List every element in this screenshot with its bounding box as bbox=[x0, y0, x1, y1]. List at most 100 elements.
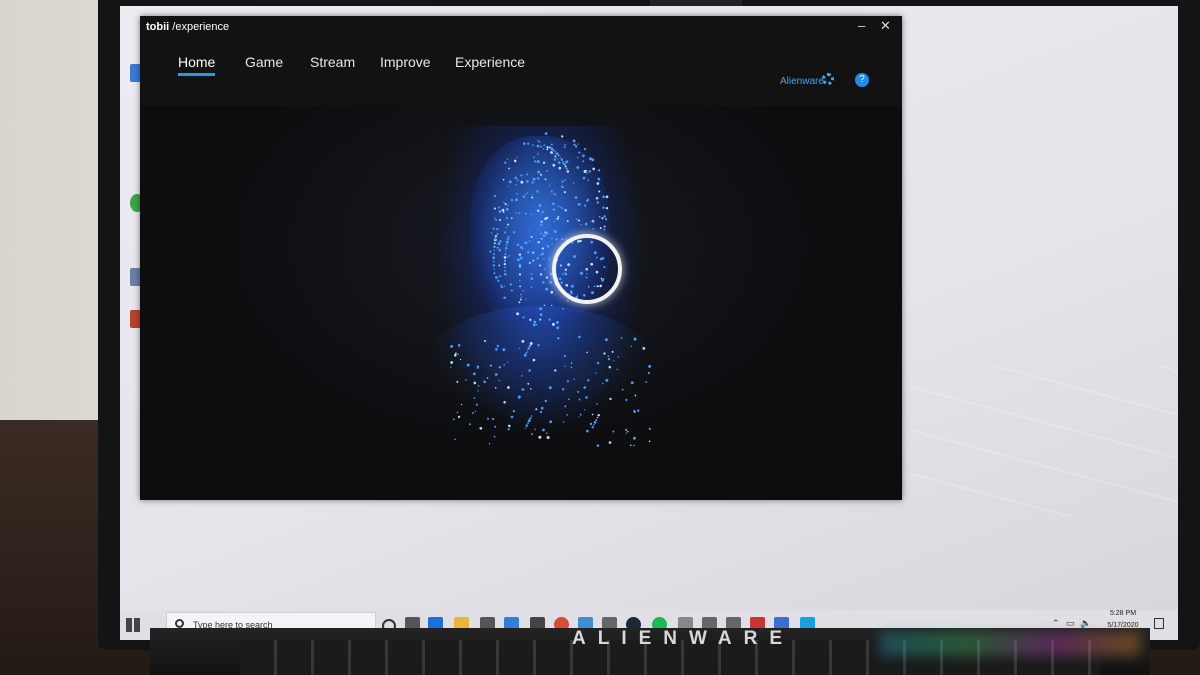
particle-dot bbox=[574, 196, 578, 199]
particle-dot bbox=[529, 344, 531, 347]
particle-dot bbox=[578, 416, 580, 418]
particle-dot bbox=[597, 177, 601, 181]
particle-dot bbox=[552, 322, 555, 326]
particle-dot bbox=[500, 284, 502, 286]
particle-dot bbox=[518, 253, 522, 256]
particle-dot bbox=[583, 147, 587, 151]
particle-dot bbox=[542, 233, 546, 237]
particle-dot bbox=[583, 386, 586, 389]
laptop-screen: tobii /experience – ✕ Home Game Stream I… bbox=[120, 6, 1178, 640]
particle-dot bbox=[518, 301, 521, 304]
particle-dot bbox=[498, 206, 501, 209]
particle-dot bbox=[522, 142, 526, 145]
particle-dot bbox=[472, 411, 474, 414]
particle-dot bbox=[563, 355, 566, 358]
particle-dot bbox=[521, 388, 523, 391]
particle-dot bbox=[584, 206, 587, 208]
particle-dot bbox=[456, 380, 459, 383]
particle-dot bbox=[633, 409, 636, 413]
particle-dot bbox=[493, 237, 497, 241]
particle-dot bbox=[494, 373, 498, 376]
tab-game[interactable]: Game bbox=[245, 54, 283, 70]
particle-dot bbox=[566, 168, 568, 170]
particle-dot bbox=[548, 386, 552, 390]
particle-dot bbox=[564, 405, 567, 408]
particle-dot bbox=[617, 356, 620, 358]
particle-dot bbox=[530, 388, 532, 390]
close-button[interactable]: ✕ bbox=[880, 18, 891, 34]
particle-dot bbox=[554, 155, 557, 158]
particle-dot bbox=[539, 313, 543, 316]
particle-dot bbox=[518, 273, 522, 276]
particle-dot bbox=[608, 441, 612, 444]
particle-dot bbox=[540, 237, 543, 240]
settings-gear-icon[interactable] bbox=[822, 73, 834, 85]
profile-label[interactable]: Alienware bbox=[780, 76, 824, 87]
particle-dot bbox=[520, 257, 523, 260]
particle-dot bbox=[504, 253, 507, 256]
particle-dot bbox=[515, 198, 518, 202]
particle-dot bbox=[612, 430, 615, 433]
tab-experience[interactable]: Experience bbox=[455, 54, 525, 70]
particle-dot bbox=[532, 177, 536, 181]
tab-home[interactable]: Home bbox=[178, 54, 216, 76]
particle-dot bbox=[553, 230, 555, 232]
particle-dot bbox=[648, 372, 650, 374]
start-windows-icon[interactable] bbox=[126, 618, 140, 632]
particle-dot bbox=[546, 436, 550, 439]
particle-dot bbox=[583, 170, 587, 173]
particle-dot bbox=[493, 272, 496, 275]
particle-dot bbox=[454, 354, 457, 357]
clock-time: 5:28 PM bbox=[1109, 610, 1137, 617]
particle-dot bbox=[509, 283, 512, 286]
particle-dot bbox=[532, 259, 535, 262]
notification-icon[interactable] bbox=[1154, 618, 1164, 629]
particle-dot bbox=[648, 427, 651, 431]
particle-dot bbox=[556, 320, 559, 324]
particle-dot bbox=[554, 369, 557, 372]
particle-cloud bbox=[450, 132, 652, 447]
particle-dot bbox=[518, 347, 520, 350]
particle-dot bbox=[621, 388, 624, 391]
particle-dot bbox=[561, 135, 564, 138]
rgb-keyboard-glow bbox=[880, 632, 1140, 656]
particle-dot bbox=[596, 361, 600, 365]
particle-dot bbox=[545, 232, 549, 235]
particle-dot bbox=[550, 190, 553, 193]
particle-dot bbox=[510, 415, 514, 419]
particle-dot bbox=[492, 260, 495, 263]
particle-dot bbox=[586, 172, 589, 174]
particle-dot bbox=[530, 277, 534, 281]
particle-dot bbox=[587, 179, 589, 181]
particle-dot bbox=[502, 211, 505, 213]
tab-improve[interactable]: Improve bbox=[380, 54, 431, 70]
particle-dot bbox=[537, 241, 540, 244]
particle-dot bbox=[457, 415, 461, 418]
help-icon[interactable]: ? bbox=[855, 73, 869, 87]
particle-dot bbox=[536, 177, 540, 180]
particle-dot bbox=[536, 256, 539, 260]
particle-dot bbox=[578, 398, 581, 401]
particle-dot bbox=[582, 160, 585, 163]
particle-dot bbox=[490, 232, 493, 234]
particle-dot bbox=[566, 170, 570, 173]
particle-dot bbox=[595, 372, 597, 374]
particle-dot bbox=[496, 247, 499, 249]
particle-dot bbox=[484, 340, 486, 342]
particle-dot bbox=[498, 264, 501, 267]
particle-dot bbox=[542, 280, 545, 284]
particle-dot bbox=[553, 208, 555, 211]
particle-dot bbox=[498, 210, 502, 213]
particle-dot bbox=[533, 156, 535, 159]
particle-dot bbox=[517, 258, 520, 262]
tab-stream[interactable]: Stream bbox=[310, 54, 355, 70]
particle-dot bbox=[555, 238, 558, 241]
minimize-button[interactable]: – bbox=[858, 18, 865, 33]
particle-dot bbox=[558, 166, 562, 170]
particle-dot bbox=[607, 355, 609, 357]
particle-dot bbox=[603, 228, 606, 231]
particle-dot bbox=[504, 266, 506, 269]
particle-dot bbox=[508, 424, 511, 428]
particle-dot bbox=[511, 289, 513, 292]
particle-dot bbox=[507, 256, 509, 258]
